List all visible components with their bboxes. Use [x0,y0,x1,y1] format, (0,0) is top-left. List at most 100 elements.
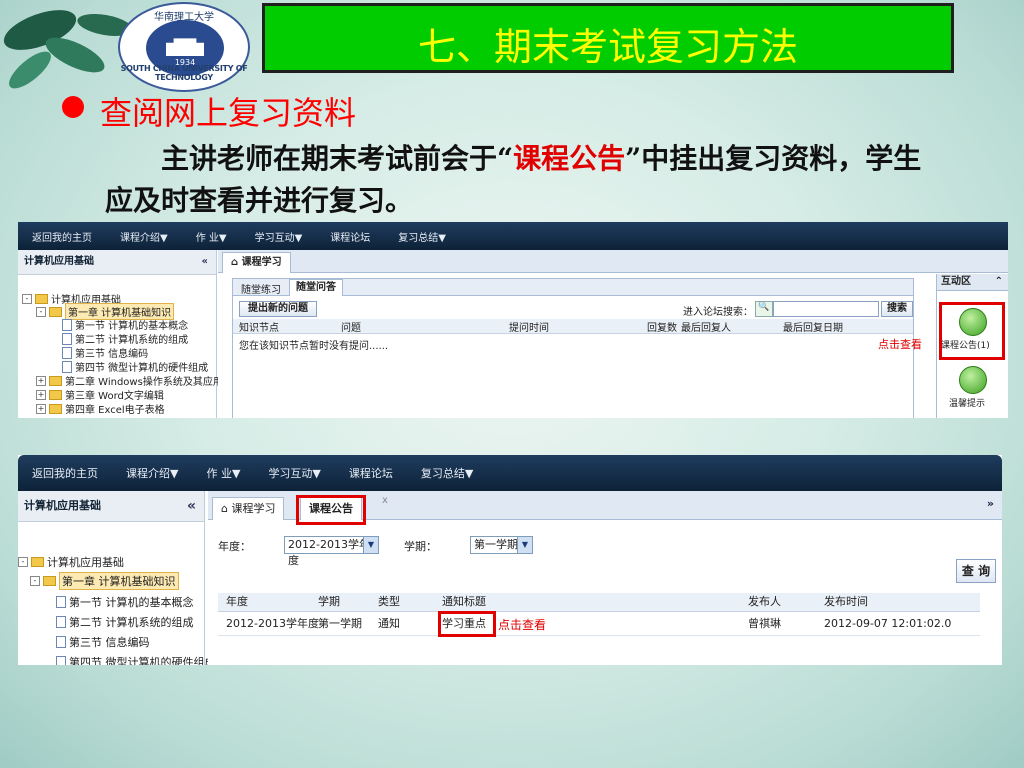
nav-home[interactable]: 返回我的主页 [32,465,98,481]
table-header: 知识节点 问题 提问时间 回复数 最后回复人 最后回复日期 [233,319,913,334]
tab-course-learning[interactable]: ⌂ 课程学习 [212,497,285,520]
collapse-icon[interactable]: « [187,491,196,521]
click-hint: 点击查看 [878,338,922,351]
expand-node-icon[interactable]: + [36,389,46,400]
expand-node-icon[interactable]: + [36,375,46,386]
new-question-button[interactable]: 提出新的问题 [239,301,317,317]
sidebar: 计算机应用基础 « - 计算机应用基础 - 第一章 计算机基础知识 第一节 计算机的… [18,250,223,418]
logo-name-en: SOUTH CHINA UNIVERSITY OF TECHNOLOGY [120,64,248,82]
tab-strip: ⌂ 课程学习 [218,250,1008,273]
tree-node-section1[interactable]: 第一节 计算机的基本概念 [56,594,194,610]
table-header: 年度 学期 类型 通知标题 发布人 发布时间 [218,593,980,612]
nav-homework[interactable]: 作 业▼ [206,465,240,481]
tree-node-chapter1[interactable]: - 第一章 计算机基础知识 [30,572,179,590]
subtab-qa[interactable]: 随堂问答 [289,279,343,296]
folder-icon [49,375,62,386]
tree-node-chapter3[interactable]: + 第三章 Word文字编辑 [36,387,164,402]
folder-icon [49,389,62,400]
interaction-title: 互动区 [941,276,971,287]
tree-node-chapter4[interactable]: + 第四章 Excel电子表格 [36,401,165,416]
description-paragraph: 主讲老师在期末考试前会于“课程公告”中挂出复习资料，学生应及时查看并进行复习。 [105,142,922,217]
expand-node-icon[interactable]: + [36,403,46,414]
home-icon: ⌂ [231,257,239,268]
year-select[interactable]: 2012-2013学年度 ▼ [284,536,379,567]
tree-node-section1[interactable]: 第一节 计算机的基本概念 [62,317,188,332]
tips-link[interactable]: 温馨提示 [949,396,985,409]
empty-message: 您在该知识节点暂时没有提问...... [239,341,389,352]
search-icon[interactable]: 🔍 [755,301,773,317]
screenshot-course-learning: 返回我的主页 课程介绍▼ 作 业▼ 学习互动▼ 课程论坛 复习总结▼ 计算机应用… [18,222,1008,418]
nav-course-intro[interactable]: 课程介绍▼ [120,229,168,244]
nav-course-intro[interactable]: 课程介绍▼ [126,465,178,481]
top-nav: 返回我的主页 课程介绍▼ 作 业▼ 学习互动▼ 课程论坛 复习总结▼ [18,222,1008,250]
collapse-node-icon[interactable]: - [30,576,40,586]
qa-panel: 随堂练习 随堂问答 提出新的问题 进入论坛搜索： 🔍 搜索 知识节点 问题 提问… [232,278,914,418]
nav-forum[interactable]: 课程论坛 [330,229,370,244]
page-icon [62,332,72,345]
course-tree: - 计算机应用基础 - 第一章 计算机基础知识 第一节 计算机的基本概念 第二节 计… [18,522,216,665]
nav-review[interactable]: 复习总结▼ [421,465,473,481]
tips-icon[interactable] [959,366,987,394]
nav-homework[interactable]: 作 业▼ [196,229,227,244]
tree-node-section4[interactable]: 第四节 微型计算机的硬件组成 [56,654,216,665]
chevron-down-icon[interactable]: ▼ [517,537,532,553]
term-label: 学期： [404,540,437,553]
tree-node-section2[interactable]: 第二节 计算机系统的组成 [56,614,194,630]
screenshot-course-announcement: 返回我的主页 课程介绍▼ 作 业▼ 学习互动▼ 课程论坛 复习总结▼ 计算机应用… [18,455,1002,665]
page-icon [62,346,72,359]
subtab-practice[interactable]: 随堂练习 [241,281,281,296]
page-icon [56,596,66,608]
slide-title: 七、期末考试复习方法 [417,25,798,69]
tree-node-root[interactable]: - 计算机应用基础 [18,554,124,570]
chevron-down-icon[interactable]: ▼ [363,537,378,553]
nav-review[interactable]: 复习总结▼ [398,229,446,244]
main-content: ⌂ 课程学习 随堂练习 随堂问答 提出新的问题 进入论坛搜索： 🔍 搜索 知识节… [218,250,1008,418]
page-icon [62,360,72,373]
table-row[interactable]: 2012-2013学年度 第一学期 通知 学习重点 曾祺琳 2012-09-07… [218,613,980,636]
year-label: 年度： [218,540,251,553]
search-label: 进入论坛搜索： [683,307,753,318]
folder-icon [49,306,62,317]
page-icon [62,318,72,331]
sidebar-title: 计算机应用基础 « [18,491,204,522]
sidebar-title: 计算机应用基础 « [18,250,216,275]
collapse-node-icon[interactable]: - [18,557,28,567]
collapse-node-icon[interactable]: - [36,306,46,317]
top-nav: 返回我的主页 课程介绍▼ 作 业▼ 学习互动▼ 课程论坛 复习总结▼ [18,455,1002,491]
tree-node-chapter2[interactable]: + 第二章 Windows操作系统及其应用 [36,373,223,388]
building-icon [166,38,204,56]
collapse-node-icon[interactable]: - [22,293,32,304]
tree-node-section4[interactable]: 第四节 微型计算机的硬件组成 [62,359,208,374]
search-input[interactable] [773,301,879,317]
main-content: ⌂ 课程学习 课程公告 x » 年度： 2012-2013学年度 ▼ 学期： 第一… [208,491,1002,665]
notice-highlight-box [438,611,496,637]
page-icon [56,636,66,648]
nav-interaction[interactable]: 学习互动▼ [268,465,320,481]
query-button[interactable]: 查 询 [956,559,996,583]
announcement-tab-highlight-box [296,495,366,525]
nav-forum[interactable]: 课程论坛 [349,465,393,481]
collapse-up-icon[interactable]: ⌃ [995,274,1003,290]
chevron-down-icon[interactable]: » [987,497,994,510]
bullet-heading: 查阅网上复习资料 [100,94,357,132]
term-select[interactable]: 第一学期 ▼ [470,536,533,554]
tree-node-section3[interactable]: 第三节 信息编码 [62,345,148,360]
bullet-icon [62,96,84,118]
announcement-highlight-box [939,302,1005,360]
university-logo: 华南理工大学 1934 SOUTH CHINA UNIVERSITY OF TE… [118,2,250,92]
nav-interaction[interactable]: 学习互动▼ [255,229,303,244]
highlight-keyword: 课程公告 [513,142,626,175]
folder-icon [31,557,44,567]
search-button[interactable]: 搜索 [881,301,913,317]
course-tree: - 计算机应用基础 - 第一章 计算机基础知识 第一节 计算机的基本概念 第二节 计… [18,275,223,416]
home-icon: ⌂ [221,502,228,515]
folder-icon [43,576,56,586]
tab-course-learning[interactable]: ⌂ 课程学习 [222,252,291,273]
tab-close-icon[interactable]: x [382,495,388,506]
title-bar: 七、期末考试复习方法 [262,3,954,73]
page-icon [56,616,66,628]
collapse-icon[interactable]: « [202,250,208,274]
tree-node-section3[interactable]: 第三节 信息编码 [56,634,150,650]
tree-node-section2[interactable]: 第二节 计算机系统的组成 [62,331,188,346]
nav-home[interactable]: 返回我的主页 [32,229,92,244]
